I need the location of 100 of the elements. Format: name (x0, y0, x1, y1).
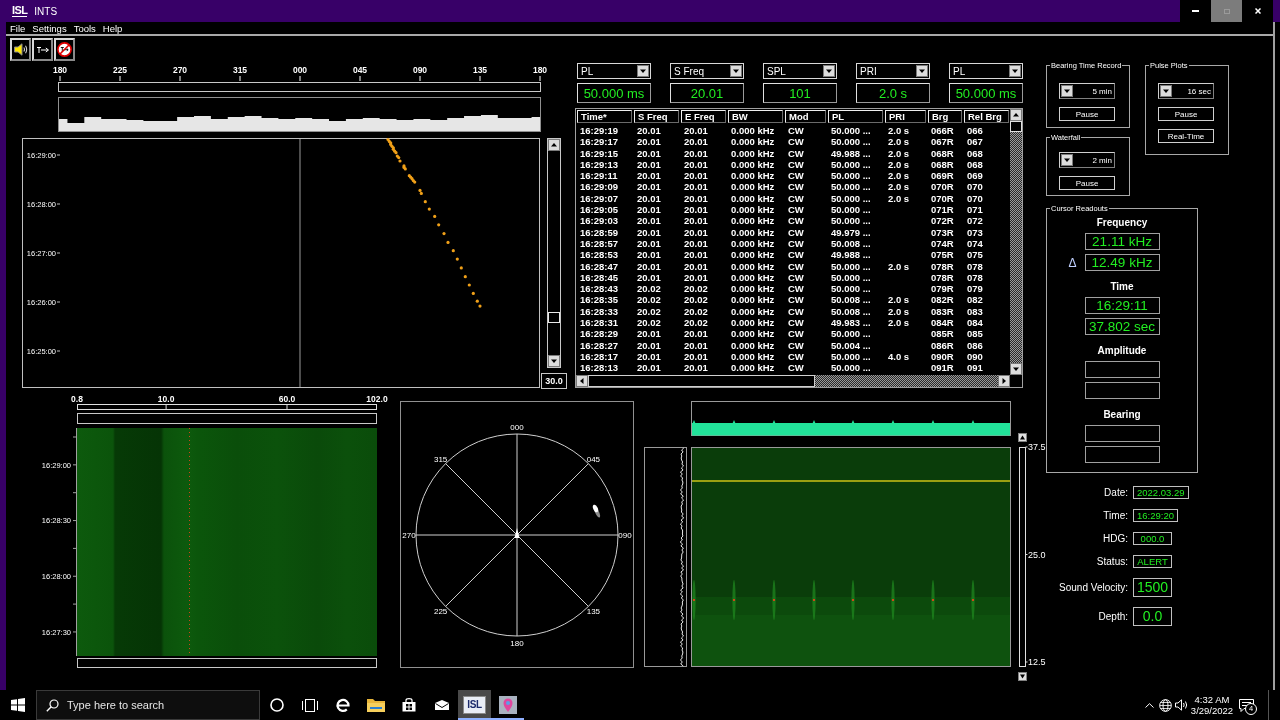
input-field[interactable]: 0.0 (1133, 607, 1172, 626)
envelope-icon[interactable] (434, 700, 449, 710)
column-header[interactable]: PL (828, 110, 883, 123)
table-cell-text: 071R (930, 204, 955, 216)
chevron-up-icon[interactable] (1144, 702, 1154, 708)
table-cell-text: CW (787, 271, 805, 284)
table-cell-text: 16:28:33 (579, 305, 620, 318)
table-cell-text: 16:28:29 (579, 328, 620, 340)
table-cell-text: 49.988 ... (830, 249, 872, 261)
field-label: Date: (1104, 487, 1128, 498)
dropdown[interactable]: PL (949, 63, 1023, 79)
bearing-label: 045 (586, 454, 601, 464)
close-button[interactable] (1242, 0, 1273, 22)
column-header[interactable]: Time* (577, 110, 632, 123)
value-readout: 50.000 ms (577, 83, 651, 103)
toolbar-button[interactable] (10, 38, 31, 61)
table-cell-text: 20.01 (636, 158, 662, 171)
scrollbar-thumb[interactable] (588, 375, 815, 387)
dropdown[interactable]: 16 sec (1158, 83, 1214, 99)
column-header[interactable]: E Freq (681, 110, 726, 123)
scrollbar-thumb[interactable] (1010, 121, 1022, 132)
column-header[interactable]: Brg (928, 110, 962, 123)
speaker-icon[interactable] (1175, 699, 1189, 711)
scrollbar-thumb[interactable] (548, 312, 560, 323)
column-header[interactable]: Rel Brg (964, 110, 1009, 123)
column-header[interactable]: Mod (785, 110, 826, 123)
control-button[interactable]: Pause (1059, 107, 1115, 121)
control-button[interactable]: Real-Time (1158, 129, 1214, 143)
table-cell-text: 20.01 (636, 339, 662, 351)
speaker-icon[interactable] (13, 43, 28, 56)
table-cell-text: 20.01 (683, 125, 709, 137)
scroll-down-arrow-icon[interactable] (1018, 672, 1027, 681)
table-cell-text: 20.01 (636, 350, 662, 363)
column-header[interactable]: S Freq (634, 110, 679, 123)
dropdown[interactable]: PRI (856, 63, 930, 79)
windows-icon[interactable] (11, 698, 25, 712)
menu-item[interactable]: Tools (73, 22, 96, 34)
table-cell-text: 16:28:31 (579, 317, 620, 329)
clock-time[interactable]: 4:32 AM (1194, 694, 1230, 705)
clock-date[interactable]: 3/29/2022 (1190, 705, 1234, 716)
table-cell-text: CW (787, 350, 805, 363)
scroll-up-arrow-icon[interactable] (1018, 433, 1027, 442)
dropdown[interactable]: SPL (763, 63, 837, 79)
taskbar-button[interactable]: ISL (458, 690, 491, 720)
table-cell-text: CW (787, 249, 805, 261)
dropdown[interactable]: 2 min (1059, 152, 1115, 168)
ring-icon[interactable] (269, 698, 284, 712)
table-cell-text: 078R (930, 260, 955, 272)
table-cell-text: 50.000 ... (830, 271, 872, 284)
column-header[interactable]: BW (728, 110, 783, 123)
toolbar-button[interactable] (32, 38, 53, 61)
triangle-marker-icon (514, 528, 520, 538)
table-cell-text: 084 (966, 317, 984, 329)
menu-item[interactable]: File (10, 22, 26, 34)
input-field[interactable]: 1500 (1133, 578, 1172, 597)
table-cell-text: 078 (966, 260, 984, 272)
table-cell-text: 2.0 s (887, 181, 911, 193)
table-cell-text: 16:29:17 (579, 136, 620, 148)
dropdown[interactable]: S Freq (670, 63, 744, 79)
rectangles-icon[interactable] (301, 698, 318, 712)
globe-icon[interactable] (1159, 698, 1172, 712)
table-cell-text: 085R (930, 328, 955, 340)
table-cell-text: 091 (966, 362, 984, 374)
dropdown[interactable]: PL (577, 63, 651, 79)
minimize-button[interactable] (1180, 0, 1211, 22)
axis-tick-label: 60.0 (278, 394, 296, 404)
scrollbar[interactable] (547, 138, 561, 368)
column-header[interactable]: PRI (885, 110, 926, 123)
table-cell-text: CW (787, 158, 805, 171)
menu-item[interactable]: Settings (32, 22, 67, 34)
axis-tick-label: 0.8 (71, 394, 83, 404)
value-readout: 20.01 (670, 83, 744, 103)
menu-item[interactable]: Help (102, 22, 123, 34)
table-cell-text: 16:28:27 (579, 339, 620, 351)
table-cell-text: CW (787, 226, 805, 238)
table-cell-text: 50.000 ... (830, 215, 872, 227)
section-label: Time (1110, 281, 1134, 293)
table-cell-text: CW (787, 125, 805, 137)
shopping-bag-icon[interactable] (401, 698, 416, 712)
scrollbar[interactable] (1010, 109, 1022, 375)
table-cell-text: 082R (930, 294, 955, 306)
control-button[interactable]: Pause (1158, 107, 1214, 121)
control-button[interactable]: Pause (1059, 176, 1115, 190)
field-label: Depth: (1098, 611, 1128, 622)
map-pin-icon[interactable] (498, 696, 517, 714)
scrollbar[interactable] (576, 375, 1010, 387)
range-field[interactable]: 30.0 (541, 373, 567, 389)
browser-icon[interactable] (334, 697, 351, 713)
table-cell-text: 20.01 (636, 237, 662, 250)
close-icon[interactable] (1254, 8, 1261, 14)
table-cell-text: 50.008 ... (830, 294, 872, 306)
table-cell-text: 20.01 (636, 249, 662, 261)
table-cell-text: 16:29:07 (579, 192, 620, 205)
folder-icon[interactable] (366, 698, 385, 712)
dropdown[interactable]: 5 min (1059, 83, 1115, 99)
arrow-icon[interactable] (36, 46, 49, 53)
search-field[interactable]: Type here to search (36, 690, 260, 720)
value-readout: 101 (763, 83, 837, 103)
table-cell-text: 20.01 (636, 192, 662, 205)
app-logo[interactable]: ISL (463, 696, 486, 714)
